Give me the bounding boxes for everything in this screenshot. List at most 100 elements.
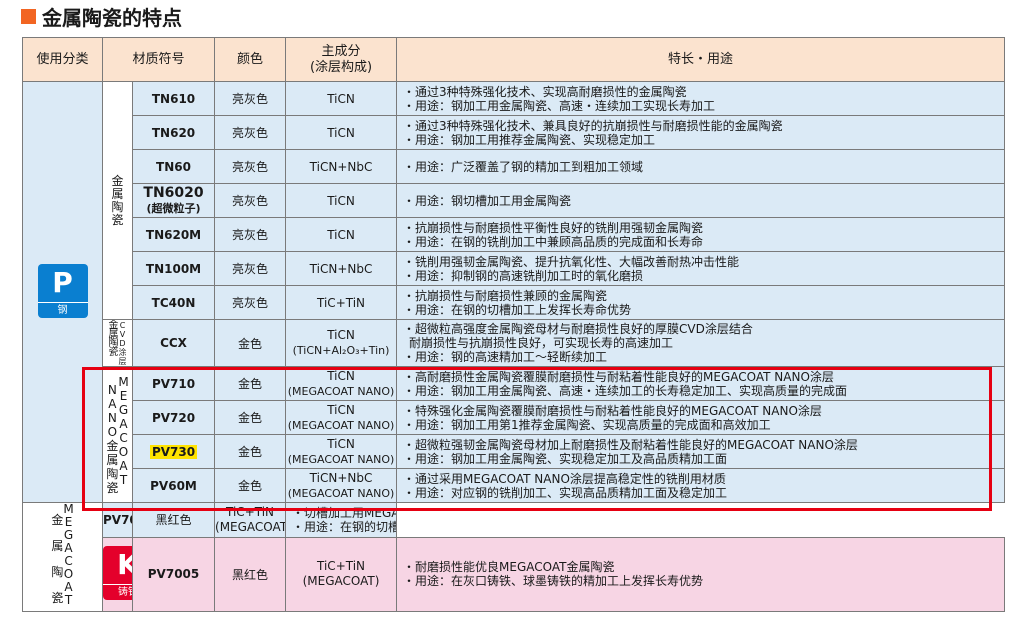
composition-line2: (MEGACOAT NANO) — [287, 486, 395, 500]
table-row: N A N O 金 属 陶 瓷 M E G A C O A T PV710 金色… — [23, 366, 1006, 503]
material-code: CCX — [131, 319, 216, 367]
group-char: 瓷 — [108, 346, 119, 358]
feature-line: ・用途：在钢的铣削加工中兼顾高品质的完成面和长寿命 — [403, 234, 704, 249]
table-row: P 钢 金 属 陶 瓷 TN610 亮灰色 TiCN ・通过3种特殊强化技术、实… — [22, 81, 1006, 503]
group-char: A — [108, 396, 117, 411]
group-char: 瓷 — [106, 480, 119, 495]
highlighted-code: PV730 — [149, 444, 198, 459]
material-code: TN60 — [131, 149, 216, 184]
group-char: 涂 — [118, 347, 127, 357]
header-usage: 使用分类 — [22, 37, 103, 82]
group-char: 瓷 — [111, 212, 124, 227]
group-megacoat: 金 属 陶 瓷 M E G A C O A T — [22, 502, 103, 612]
header-feature: 特长・用途 — [396, 37, 1006, 82]
group-cermet: 金 属 陶 瓷 — [102, 81, 133, 320]
table-row: TN60 亮灰色 TiCN+NbC ・用途：广泛覆盖了钢的精加工到粗加工领域 — [23, 149, 1006, 184]
material-composition: TiCN+NbC (MEGACOAT NANO) — [285, 468, 398, 503]
group-char: A — [119, 416, 128, 431]
material-composition: TiCN — [285, 183, 398, 218]
orange-square-icon — [21, 8, 36, 24]
composition-line1: TiC+TiN — [317, 559, 366, 574]
material-feature: ・铣削用强韧金属陶瓷、提升抗氧化性、大幅改善耐热冲击性能 ・用途：抑制钢的高速铣… — [396, 251, 1006, 286]
feature-line: ・用途：钢加工用第1推荐金属陶瓷、实现高质量的完成面和高效加工 — [403, 417, 771, 432]
feature-line: ・特殊强化金属陶瓷覆膜耐磨损性与耐粘着性能良好的MEGACOAT NANO涂层 — [403, 403, 822, 418]
usage-p-cell: P 钢 — [22, 81, 103, 503]
material-feature: ・超微粒高强度金属陶瓷母材与耐磨损性良好的厚膜CVD涂层结合 耐崩损性与抗崩损性… — [396, 319, 1006, 367]
feature-line: ・用途：钢加工用金属陶瓷、高速・连续加工实现长寿加工 — [403, 98, 716, 113]
material-composition: TiCN (MEGACOAT NANO) — [285, 366, 398, 401]
feature-line: ・通过3种特殊强化技术、实现高耐磨损性的金属陶瓷 — [403, 84, 687, 99]
material-code-sub: (超微粒子) — [146, 201, 201, 215]
group-char: G — [118, 402, 129, 417]
k-badge-letter: K — [103, 545, 132, 584]
material-feature: ・耐磨损性能优良MEGACOAT金属陶瓷 ・用途：在灰口铸铁、球墨铸铁的精加工上… — [396, 536, 1006, 613]
feature-line: ・高耐磨损性金属陶瓷覆膜耐磨损性与耐粘着性能良好的MEGACOAT NANO涂层 — [403, 369, 834, 384]
group-char: T — [64, 593, 73, 607]
group-char: 属 — [111, 186, 124, 201]
material-color: 亮灰色 — [214, 285, 287, 320]
table-row: K 铸铁 PV7005 黑红色 TiC+TiN (MEGACOAT) ・耐磨损性… — [23, 536, 1006, 613]
material-feature: ・用途：钢切槽加工用金属陶瓷 — [396, 183, 1006, 218]
feature-line: ・用途：在灰口铸铁、球墨铸铁的精加工上发挥长寿优势 — [403, 574, 704, 589]
table-row: TN620M 亮灰色 TiCN ・抗崩损性与耐磨损性平衡性良好的铣削用强韧金属陶… — [23, 217, 1006, 252]
table-row: 金 属 陶 瓷 M E G A C O A T PV7040 黑红色 — [22, 502, 1005, 612]
material-color: 金色 — [214, 366, 287, 401]
material-composition: TiCN — [285, 81, 398, 116]
group-char: C — [119, 320, 126, 330]
table-row: TN6020 (超微粒子) 亮灰色 TiCN ・用途：钢切槽加工用金属陶瓷 — [23, 183, 1006, 218]
header-composition: 主成分 (涂层构成) — [285, 37, 398, 82]
group-char: 金 — [106, 438, 119, 453]
feature-line: ・耐磨损性能优良MEGACOAT金属陶瓷 — [403, 560, 615, 575]
p-steel-badge: P 钢 — [37, 263, 88, 318]
material-feature: ・特殊强化金属陶瓷覆膜耐磨损性与耐粘着性能良好的MEGACOAT NANO涂层 … — [396, 400, 1006, 435]
section-title: 金属陶瓷的特点 — [21, 3, 182, 30]
feature-line: ・用途：在钢的切槽加工上发挥长寿命优势 — [403, 302, 632, 317]
material-color: 亮灰色 — [214, 217, 287, 252]
group-char: 陶 — [111, 199, 124, 214]
table-row: PV730 金色 TiCN (MEGACOAT NANO) ・超微粒强韧金属陶瓷… — [23, 434, 1006, 469]
material-color: 亮灰色 — [214, 81, 287, 116]
feature-line: ・用途：钢加工用金属陶瓷、高速・连续加工的长寿稳定加工、实现高质量的完成面 — [403, 383, 848, 398]
group-nano: N A N O 金 属 陶 瓷 M E G A C O A T — [102, 366, 133, 503]
feature-line: ・超微粒强韧金属陶瓷母材加上耐磨损性及耐粘着性能良好的MEGACOAT NANO… — [403, 437, 858, 452]
k-cast-iron-badge: K 铸铁 — [103, 545, 132, 600]
material-composition: TiCN (MEGACOAT NANO) — [285, 434, 398, 469]
material-feature: ・超微粒强韧金属陶瓷母材加上耐磨损性及耐粘着性能良好的MEGACOAT NANO… — [396, 434, 1006, 469]
material-code-main: TN6020 — [143, 184, 204, 201]
material-color: 金色 — [214, 400, 287, 435]
composition-line1: TiCN+NbC — [309, 470, 373, 485]
composition-line2: (TiCN+Al₂O₃+Tin) — [292, 344, 390, 357]
material-composition: TiC+TiN (MEGACOAT) — [285, 536, 398, 613]
group-char: 金 — [51, 513, 64, 527]
feature-line: ・用途：钢加工用金属陶瓷、实现稳定加工及高品质精加工面 — [403, 451, 728, 466]
composition-line2: (MEGACOAT NANO) — [287, 452, 395, 466]
group-char: 金 — [111, 173, 124, 188]
material-composition: TiCN+NbC — [285, 251, 398, 286]
group-char: V — [119, 329, 126, 339]
material-color: 金色 — [214, 434, 287, 469]
group-char: M — [118, 374, 129, 389]
group-mega-left: 金 属 陶 瓷 — [51, 504, 64, 611]
header-color: 颜色 — [214, 37, 287, 82]
feature-line: ・抗崩损性与耐磨损性平衡性良好的铣削用强韧金属陶瓷 — [403, 220, 704, 235]
feature-line: ・通过采用MEGACOAT NANO涂层提高稳定性的铣削用材质 — [403, 471, 726, 486]
material-feature: ・通过3种特殊强化技术、兼具良好的抗崩损性与耐磨损性能的金属陶瓷 ・用途：钢加工… — [396, 115, 1006, 150]
header-composition-line2: (涂层构成) — [309, 59, 373, 75]
material-code: PV7040 — [102, 502, 133, 538]
section-title-text: 金属陶瓷的特点 — [42, 5, 182, 30]
material-composition: TiCN (MEGACOAT NANO) — [285, 400, 398, 435]
material-color: 亮灰色 — [214, 251, 287, 286]
group-char: T — [119, 472, 128, 487]
composition-line1: TiCN — [327, 436, 355, 451]
header-material: 材质符号 — [101, 37, 216, 82]
group-nano-right: M E G A C O A T — [118, 375, 128, 495]
material-color: 黑红色 — [214, 536, 287, 613]
group-char: 属 — [106, 452, 119, 467]
material-feature: ・用途：广泛覆盖了钢的精加工到粗加工领域 — [396, 149, 1006, 184]
group-char: N — [107, 382, 117, 397]
composition-line2: (MEGACOAT NANO) — [287, 384, 395, 398]
table-row: TC40N 亮灰色 TiC+TiN ・抗崩损性与耐磨损性兼顾的金属陶瓷 ・用途：… — [23, 285, 1006, 320]
feature-line: ・用途：钢切槽加工用金属陶瓷 — [403, 193, 572, 208]
material-color: 亮灰色 — [214, 183, 287, 218]
material-feature: ・通过采用MEGACOAT NANO涂层提高稳定性的铣削用材质 ・用途：对应钢的… — [396, 468, 1006, 503]
